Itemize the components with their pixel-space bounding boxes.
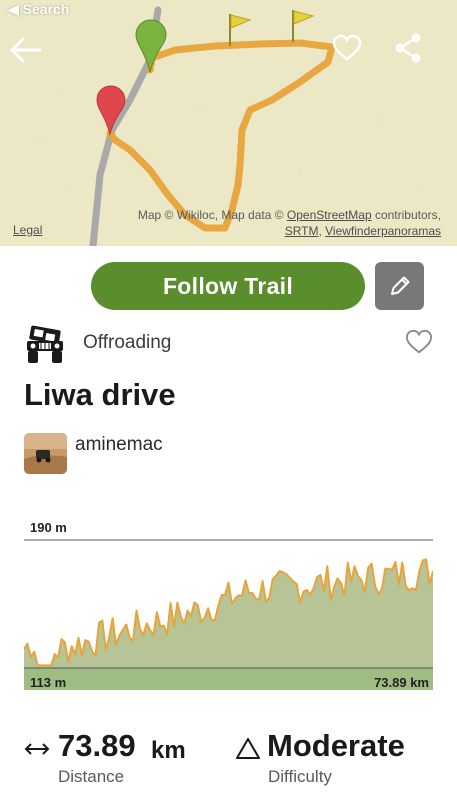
distance-label: Distance	[58, 767, 125, 786]
avatar-photo	[24, 433, 67, 474]
distance-value: 73.89	[58, 728, 136, 763]
activity-type: Offroading	[83, 332, 172, 353]
waypoint-flag-icon[interactable]	[289, 8, 317, 44]
elevation-max-label: 190 m	[30, 520, 67, 535]
difficulty-value: Moderate	[267, 728, 405, 763]
legal-link[interactable]: Legal	[13, 223, 42, 237]
trail-title: Liwa drive	[24, 377, 176, 412]
end-marker-icon[interactable]	[95, 84, 127, 136]
back-to-search-link[interactable]: ◀ Search	[8, 1, 69, 18]
difficulty-triangle-icon	[236, 738, 260, 759]
start-marker-icon[interactable]	[134, 18, 168, 74]
jeep-icon	[27, 325, 63, 363]
elevation-area	[24, 559, 433, 668]
follow-trail-button[interactable]: Follow Trail	[91, 262, 365, 310]
elevation-profile[interactable]	[24, 518, 433, 690]
favorite-heart-icon[interactable]	[332, 34, 362, 62]
openstreetmap-link[interactable]: OpenStreetMap	[287, 208, 372, 222]
pencil-icon	[390, 276, 409, 295]
distance-unit: km	[151, 737, 186, 764]
attribution-text: contributors,	[371, 208, 441, 222]
viewfinderpanoramas-link[interactable]: Viewfinderpanoramas	[325, 224, 441, 238]
trail-map[interactable]: ◀ Search Map © Wikiloc, Map data © OpenS…	[0, 0, 457, 246]
save-heart-icon[interactable]	[405, 329, 433, 355]
elevation-distance-label: 73.89 km	[374, 675, 429, 690]
map-attribution: Map © Wikiloc, Map data © OpenStreetMap …	[138, 207, 441, 239]
back-arrow-icon[interactable]	[8, 32, 44, 68]
share-icon[interactable]	[391, 31, 425, 65]
distance-icon	[24, 743, 50, 755]
difficulty-label: Difficulty	[268, 767, 332, 786]
attribution-text: Map © Wikiloc, Map data ©	[137, 208, 287, 222]
elevation-min-label: 113 m	[30, 675, 67, 690]
srtm-link[interactable]: SRTM	[285, 224, 319, 238]
author-avatar[interactable]	[24, 433, 67, 474]
edit-button[interactable]	[375, 262, 424, 310]
waypoint-flag-icon[interactable]	[226, 12, 254, 48]
author-username[interactable]: aminemac	[75, 434, 163, 456]
